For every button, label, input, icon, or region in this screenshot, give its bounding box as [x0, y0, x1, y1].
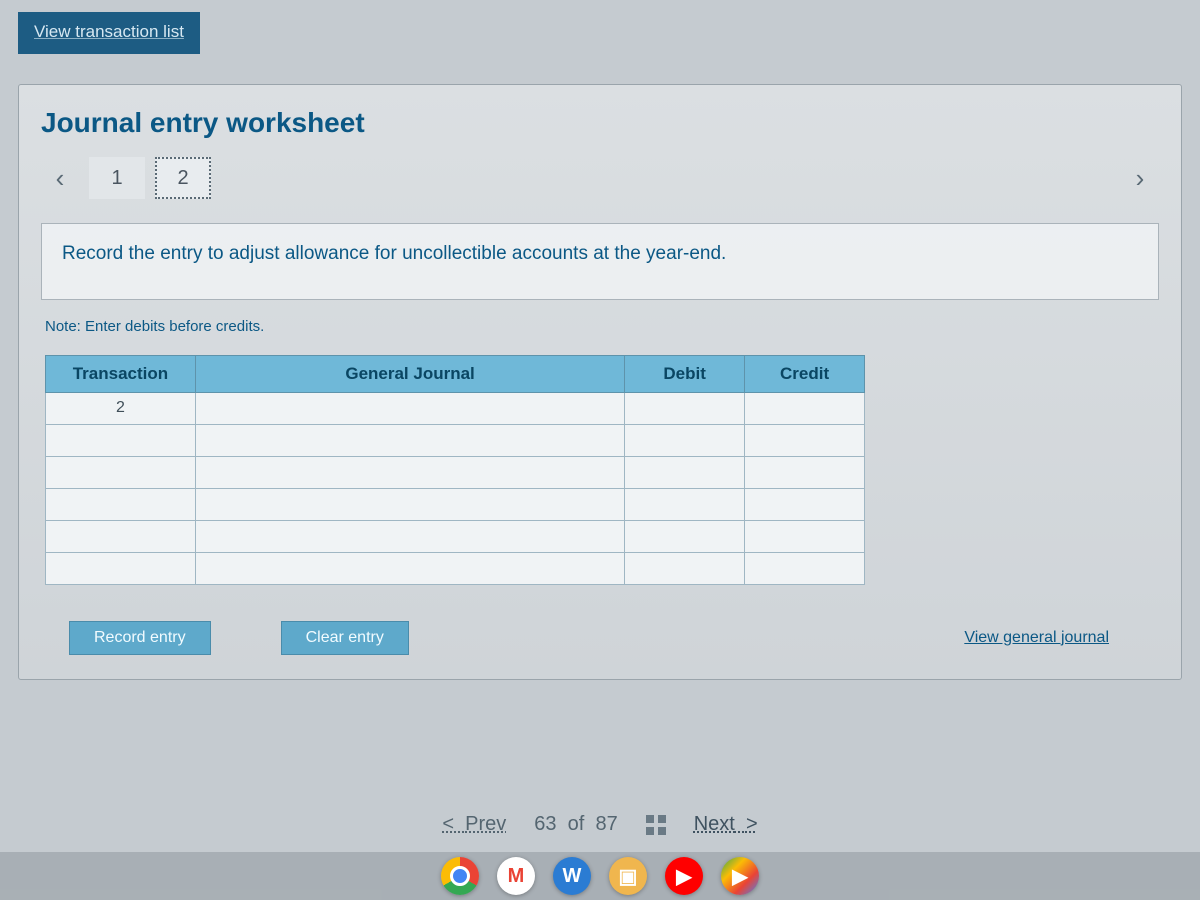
chrome-icon[interactable]: [441, 857, 479, 895]
journal-table: Transaction General Journal Debit Credit…: [45, 355, 865, 585]
table-row: [46, 424, 865, 456]
cell-credit[interactable]: [745, 424, 865, 456]
cell-transaction[interactable]: [46, 456, 196, 488]
view-transaction-list-button[interactable]: View transaction list: [18, 12, 200, 54]
cell-transaction[interactable]: [46, 520, 196, 552]
cell-credit[interactable]: [745, 552, 865, 584]
record-entry-button[interactable]: Record entry: [69, 621, 211, 655]
cell-debit[interactable]: [625, 520, 745, 552]
cell-credit[interactable]: [745, 392, 865, 424]
play-store-icon[interactable]: ▶: [721, 857, 759, 895]
col-header-general-journal: General Journal: [195, 355, 624, 392]
cell-debit[interactable]: [625, 488, 745, 520]
chevron-left-icon[interactable]: ‹: [41, 157, 79, 199]
cell-general-journal[interactable]: [195, 456, 624, 488]
cell-general-journal[interactable]: [195, 392, 624, 424]
next-button[interactable]: Next >: [694, 813, 758, 836]
cell-credit[interactable]: [745, 520, 865, 552]
cell-debit[interactable]: [625, 456, 745, 488]
table-row: [46, 552, 865, 584]
cell-general-journal[interactable]: [195, 552, 624, 584]
chevron-right-icon[interactable]: ›: [1121, 157, 1159, 199]
clear-entry-button[interactable]: Clear entry: [281, 621, 409, 655]
page-indicator: 63 of 87: [534, 813, 617, 836]
note-text: Note: Enter debits before credits.: [45, 318, 1159, 335]
col-header-debit: Debit: [625, 355, 745, 392]
table-row: 2: [46, 392, 865, 424]
prev-button[interactable]: < Prev: [442, 813, 506, 836]
chevron-right-icon: >: [746, 813, 758, 835]
cell-debit[interactable]: [625, 424, 745, 456]
button-row: Record entry Clear entry View general jo…: [69, 621, 1159, 655]
folder-icon[interactable]: ▣: [609, 857, 647, 895]
youtube-icon[interactable]: ▶: [665, 857, 703, 895]
table-row: [46, 488, 865, 520]
tab-2[interactable]: 2: [155, 157, 211, 199]
table-row: [46, 520, 865, 552]
cell-credit[interactable]: [745, 456, 865, 488]
cell-general-journal[interactable]: [195, 520, 624, 552]
gmail-icon[interactable]: M: [497, 857, 535, 895]
worksheet-card: Journal entry worksheet ‹ 1 2 › Record t…: [18, 84, 1182, 680]
cell-debit[interactable]: [625, 392, 745, 424]
col-header-transaction: Transaction: [46, 355, 196, 392]
worksheet-title: Journal entry worksheet: [41, 107, 1159, 139]
cell-general-journal[interactable]: [195, 424, 624, 456]
word-icon[interactable]: W: [553, 857, 591, 895]
footer-nav: < Prev 63 of 87 Next >: [0, 813, 1200, 836]
cell-debit[interactable]: [625, 552, 745, 584]
view-general-journal-button[interactable]: View general journal: [964, 622, 1109, 654]
chevron-left-icon: <: [442, 813, 454, 835]
table-row: [46, 456, 865, 488]
grid-icon[interactable]: [646, 815, 666, 835]
tab-1[interactable]: 1: [89, 157, 145, 199]
instruction-text: Record the entry to adjust allowance for…: [41, 223, 1159, 300]
taskbar: M W ▣ ▶ ▶: [0, 852, 1200, 900]
cell-credit[interactable]: [745, 488, 865, 520]
cell-transaction[interactable]: [46, 552, 196, 584]
cell-transaction[interactable]: [46, 488, 196, 520]
cell-transaction[interactable]: [46, 424, 196, 456]
cell-transaction[interactable]: 2: [46, 392, 196, 424]
col-header-credit: Credit: [745, 355, 865, 392]
tab-row: ‹ 1 2 ›: [41, 157, 1159, 199]
cell-general-journal[interactable]: [195, 488, 624, 520]
